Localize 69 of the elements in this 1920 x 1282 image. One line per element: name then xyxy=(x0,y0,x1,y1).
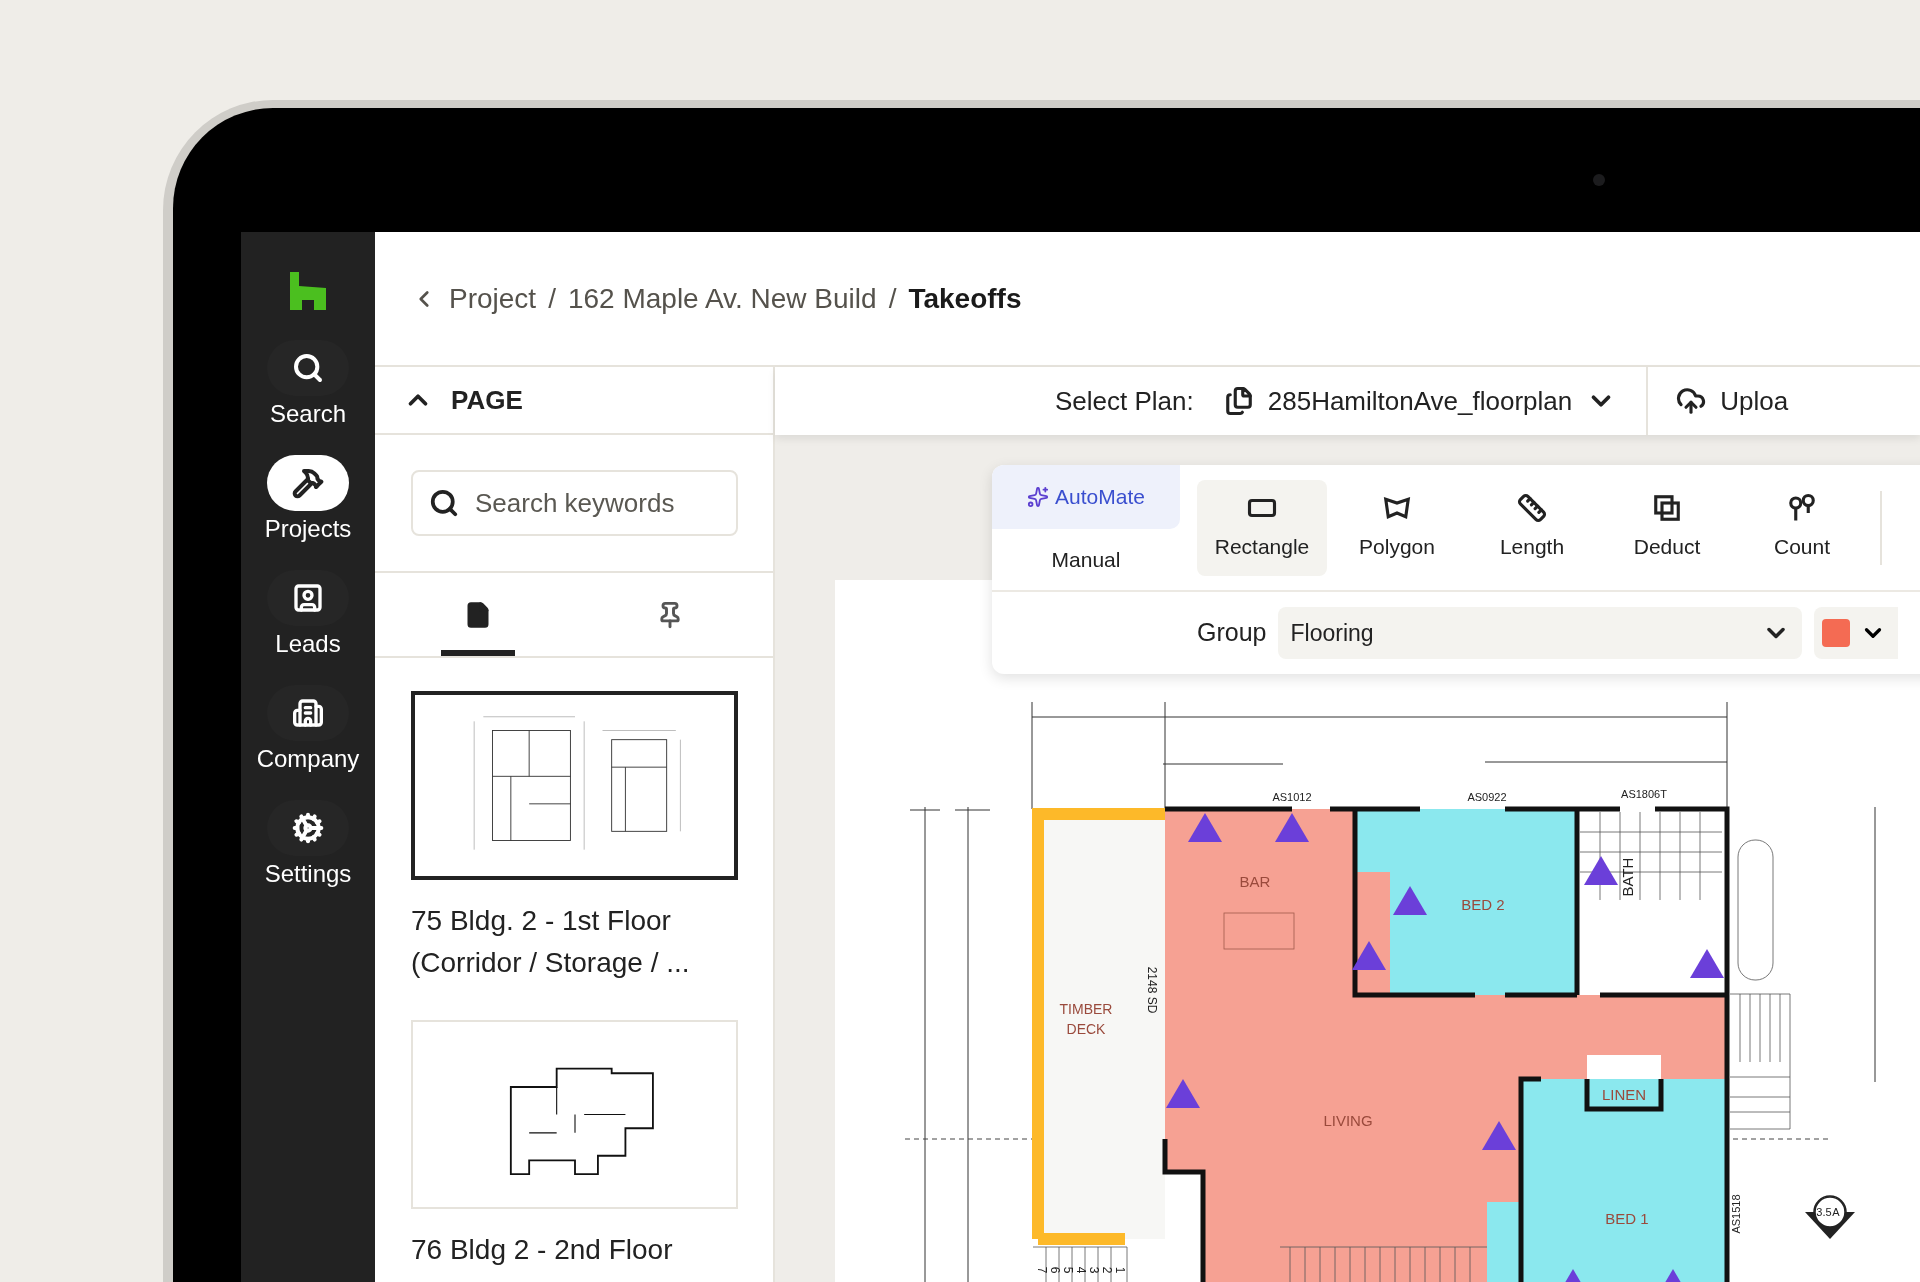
color-picker[interactable] xyxy=(1814,607,1899,659)
stair-number: 5 xyxy=(1061,1266,1075,1274)
hammer-icon xyxy=(292,467,324,499)
stair-number: 2 xyxy=(1100,1266,1114,1274)
camera-icon xyxy=(1593,174,1605,186)
stair-number: 4 xyxy=(1074,1266,1088,1274)
pins-icon xyxy=(1787,492,1817,523)
logo-icon xyxy=(290,272,326,310)
mode-tab[interactable]: Manual xyxy=(992,528,1180,590)
ruler-icon xyxy=(1517,492,1547,523)
plan-dropdown[interactable]: 285HamiltonAve_floorplan xyxy=(1223,381,1617,421)
count-marker xyxy=(1275,813,1309,842)
count-marker xyxy=(1584,856,1618,885)
breadcrumb-link[interactable]: Takeoffs xyxy=(908,277,1022,320)
room-label: BED 1 xyxy=(1605,1210,1649,1227)
page-caption: 75 Bldg. 2 - 1st Floor (Corridor / Storage / ... xyxy=(411,904,691,980)
count-marker xyxy=(1352,941,1386,970)
room-label: BED 2 xyxy=(1461,896,1505,913)
building-icon xyxy=(292,697,324,729)
plan-label: AS1518 xyxy=(1730,1194,1742,1234)
page-caption: 76 Bldg 2 - 2nd Floor xyxy=(411,1233,674,1267)
panel-title: PAGE xyxy=(451,383,523,417)
count-marker xyxy=(1188,813,1222,842)
search-field[interactable]: Search keywords xyxy=(411,470,738,536)
upload-icon xyxy=(1676,386,1707,416)
section-sheet: 3.5 xyxy=(1816,1206,1832,1218)
nav-item[interactable]: Leads xyxy=(241,570,375,685)
stair-number: 1 xyxy=(1113,1266,1127,1274)
page-thumbnail[interactable] xyxy=(411,691,738,880)
upload-button[interactable]: Uploa xyxy=(1676,381,1789,421)
plan-label: 2148 SD xyxy=(1145,966,1159,1014)
count-marker xyxy=(1690,949,1724,978)
settings-icon xyxy=(292,812,324,844)
count-marker xyxy=(1393,886,1427,915)
group-label: Group xyxy=(1197,617,1267,649)
section-letter: A xyxy=(1832,1206,1840,1218)
sparkle-icon xyxy=(1027,486,1050,508)
room-label: TIMBER xyxy=(1059,1001,1113,1017)
contact-card-icon xyxy=(292,582,324,614)
room-label: DECK xyxy=(1066,1021,1106,1037)
stair-number: 6 xyxy=(1048,1266,1062,1274)
mode-tab[interactable]: AutoMate xyxy=(992,465,1180,529)
select-plan-label: Select Plan: xyxy=(1055,384,1194,418)
room-label: LINEN xyxy=(1601,1086,1647,1103)
search-icon xyxy=(292,352,324,384)
group-select[interactable]: Flooring xyxy=(1278,607,1803,659)
breadcrumb-link[interactable]: Project xyxy=(449,277,537,320)
count-marker xyxy=(1482,1121,1516,1150)
nav-item[interactable]: Search xyxy=(241,340,375,455)
nav-item[interactable]: Company xyxy=(241,685,375,800)
breadcrumb-link[interactable]: 162 Maple Av. New Build xyxy=(567,277,877,320)
search-icon xyxy=(429,488,459,518)
section-marker-icon xyxy=(1805,1195,1855,1239)
deduct-icon xyxy=(1652,492,1682,523)
window-tag: AS0922 xyxy=(1467,791,1507,803)
tool-button[interactable]: Rectangle xyxy=(1197,479,1327,576)
plan-label: BATH xyxy=(1619,857,1636,897)
documents-icon xyxy=(1223,386,1254,416)
window-tag: AS1806T xyxy=(1621,788,1667,800)
breadcrumb-separator: / xyxy=(548,281,556,316)
stair-number: 3 xyxy=(1087,1266,1101,1274)
room-label: LIVING xyxy=(1323,1112,1373,1129)
nav-item[interactable]: Projects xyxy=(241,455,375,570)
room-label: BAR xyxy=(1239,873,1271,890)
stair-number: 7 xyxy=(1035,1266,1049,1274)
breadcrumb-separator: / xyxy=(888,281,897,316)
window-tag: AS1012 xyxy=(1272,791,1312,803)
count-marker xyxy=(1166,1079,1200,1108)
nav-item[interactable]: Settings xyxy=(241,800,375,915)
